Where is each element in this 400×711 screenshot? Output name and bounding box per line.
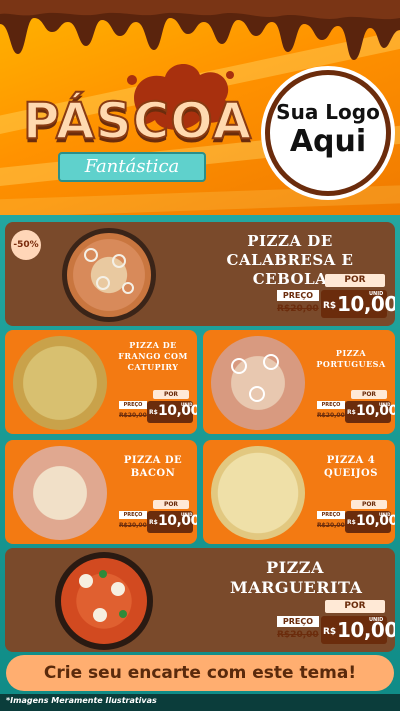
- old-price: R$20,00: [277, 630, 319, 640]
- old-price: R$20,00: [119, 412, 147, 419]
- cta-banner: Crie seu encarte com este tema!: [6, 655, 394, 691]
- price-tag: POR PREÇO R$20,00 R$ 10,00 UNID: [117, 390, 197, 426]
- disclaimer-text: *Imagens Meramente Ilustrativas: [6, 696, 157, 705]
- product-name: PIZZA DE FRANGO COM CATUPIRY: [118, 340, 188, 372]
- featured-product-card: -50% PIZZA DE CALABRESA E CEBOLA POR PRE…: [5, 222, 395, 326]
- pizza-calabresa-image: [62, 228, 156, 322]
- new-price-box: R$ 10,00 UNID: [321, 616, 395, 644]
- logo-text-line1: Sua Logo: [276, 100, 380, 124]
- price-por-label: POR: [325, 600, 385, 613]
- price-tag: POR PREÇO R$20,00 R$ 10,00 UNID: [117, 500, 197, 536]
- price-currency: R$: [347, 409, 356, 416]
- product-card-portuguesa: PIZZA PORTUGUESA POR PREÇO R$20,00 R$ 10…: [203, 330, 395, 434]
- new-price-box: R$ 10,00 UNID: [345, 401, 395, 423]
- price-unit: UNID: [181, 512, 193, 517]
- price-por-label: POR: [351, 500, 387, 509]
- pizza-marguerita-image: [55, 552, 153, 650]
- product-card-4-queijos: PIZZA 4 QUEIJOS POR PREÇO R$20,00 R$ 10,…: [203, 440, 395, 544]
- price-value: 10,00: [337, 292, 395, 316]
- pizza-4-queijos-image: [211, 446, 305, 540]
- price-unit: UNID: [369, 617, 384, 623]
- product-card-bacon: PIZZA DE BACON POR PREÇO R$20,00 R$ 10,0…: [5, 440, 197, 544]
- logo-text-line2: Aqui: [289, 124, 367, 159]
- price-tag: POR PREÇO R$20,00 R$ 10,00 UNID: [275, 274, 395, 320]
- product-card-frango: PIZZA DE FRANGO COM CATUPIRY POR PREÇO R…: [5, 330, 197, 434]
- old-price: R$20,00: [317, 522, 345, 529]
- old-price: R$20,00: [119, 522, 147, 529]
- price-unit: UNID: [379, 402, 391, 407]
- cta-text: Crie seu encarte com este tema!: [43, 663, 357, 683]
- new-price-box: R$ 10,00 UNID: [147, 511, 197, 533]
- price-currency: R$: [149, 519, 158, 526]
- footer-bar: *Imagens Meramente Ilustrativas: [0, 694, 400, 711]
- header-banner: PÁSCOA Fantástica Sua Logo Aqui: [0, 0, 400, 215]
- price-preco-label: PREÇO: [317, 511, 345, 519]
- product-name: PIZZA MARGUERITA: [230, 558, 363, 597]
- product-name: PIZZA 4 QUEIJOS: [324, 455, 378, 479]
- price-preco-label: PREÇO: [277, 616, 319, 627]
- price-value: 10,00: [337, 618, 395, 642]
- price-tag: POR PREÇO R$20,00 R$ 10,00 UNID: [315, 500, 395, 536]
- price-currency: R$: [347, 519, 356, 526]
- new-price-box: R$ 10,00 UNID: [345, 511, 395, 533]
- new-price-box: R$ 10,00 UNID: [147, 401, 197, 423]
- product-name: PIZZA DE BACON: [123, 455, 183, 479]
- price-tag: POR PREÇO R$20,00 R$ 10,00 UNID: [275, 600, 395, 646]
- price-por-label: POR: [153, 500, 189, 509]
- page-subtitle: Fantástica: [84, 156, 180, 177]
- price-preco-label: PREÇO: [277, 290, 319, 301]
- price-currency: R$: [323, 301, 337, 311]
- price-unit: UNID: [369, 291, 384, 297]
- page-title: PÁSCOA: [22, 91, 253, 151]
- product-name: PIZZA PORTUGUESA: [316, 348, 386, 369]
- pizza-bacon-image: [13, 446, 107, 540]
- old-price: R$20,00: [277, 304, 319, 314]
- pizza-frango-image: [13, 336, 107, 430]
- price-preco-label: PREÇO: [119, 401, 147, 409]
- price-unit: UNID: [379, 512, 391, 517]
- price-currency: R$: [149, 409, 158, 416]
- price-por-label: POR: [351, 390, 387, 399]
- subtitle-ribbon: Fantástica: [58, 152, 206, 182]
- discount-badge: -50%: [11, 230, 41, 260]
- logo-placeholder: Sua Logo Aqui: [265, 70, 391, 196]
- product-card-marguerita: PIZZA MARGUERITA POR PREÇO R$20,00 R$ 10…: [5, 548, 395, 652]
- price-currency: R$: [323, 627, 337, 637]
- price-preco-label: PREÇO: [317, 401, 345, 409]
- pizza-portuguesa-image: [211, 336, 305, 430]
- new-price-box: R$ 10,00 UNID: [321, 290, 395, 318]
- old-price: R$20,00: [317, 412, 345, 419]
- price-tag: POR PREÇO R$20,00 R$ 10,00 UNID: [315, 390, 395, 426]
- price-unit: UNID: [181, 402, 193, 407]
- price-preco-label: PREÇO: [119, 511, 147, 519]
- price-por-label: POR: [325, 274, 385, 287]
- price-por-label: POR: [153, 390, 189, 399]
